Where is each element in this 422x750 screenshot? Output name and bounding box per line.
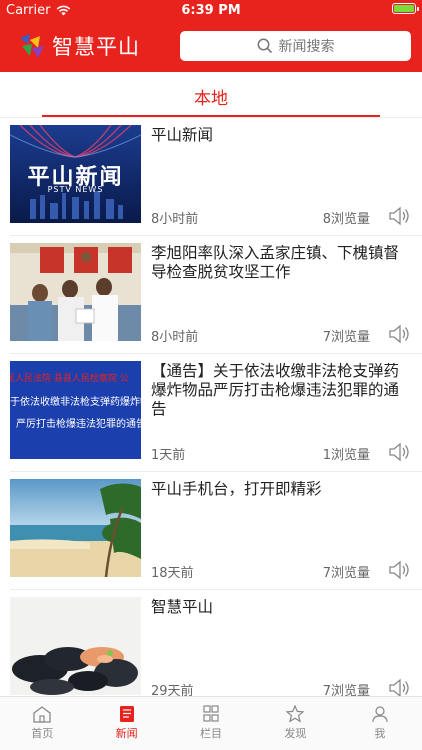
news-title: 智慧平山 [151,598,214,616]
news-thumbnail [10,597,141,695]
news-time: 29天前 [151,684,194,696]
speaker-icon[interactable] [388,323,412,345]
nav-discover-label: 发现 [284,727,307,740]
search-placeholder: 新闻搜索 [278,39,335,55]
news-title: 平山手机台，打开即精彩 [151,480,322,498]
thumb-line: 严厉打击枪爆违法犯罪的通告 [16,419,141,430]
nav-home-label: 首页 [31,727,54,740]
news-item[interactable]: 智慧平山 29天前 7浏览量 [0,590,422,696]
search-icon [257,38,272,54]
nav-me-label: 我 [374,727,386,740]
nav-discover[interactable]: 发现 [253,697,337,750]
news-views: 7浏览量 [322,566,370,581]
news-thumbnail: 民人民法院 县县人民检察院 公 于依法收缴非法枪支弹药爆炸物 严厉打击枪爆违法犯… [10,361,141,459]
speaker-icon[interactable] [388,441,412,463]
news-icon [119,706,134,722]
star-icon [285,705,305,723]
news-item[interactable]: 李旭阳率队深入孟家庄镇、下槐镇督导检查脱贫攻坚工作 8小时前 7浏览量 [0,236,422,354]
nav-news-label: 新闻 [115,727,138,740]
home-icon [33,706,51,723]
nav-me[interactable]: 我 [338,697,422,750]
news-views: 7浏览量 [322,330,370,345]
grid-icon [203,705,219,722]
news-title: 李旭阳率队深入孟家庄镇、下槐镇督导检查脱贫攻坚工作 [151,244,400,281]
news-thumbnail [10,479,141,577]
news-time: 1天前 [151,448,186,463]
app-header: Carrier 6:39 PM 智慧平山 新闻搜索 [0,0,422,72]
status-bar: Carrier 6:39 PM [0,0,422,22]
tab-indicator [42,115,380,117]
news-thumbnail: 平山新闻 PSTV NEWS [10,125,141,223]
user-icon [372,706,388,723]
logo-text: 智慧平山 [52,35,140,59]
news-views: 8浏览量 [322,212,370,227]
thumb-subtitle-text: PSTV NEWS [47,185,104,194]
battery-icon [392,3,419,14]
thumb-line: 民人民法院 县县人民检察院 公 [10,374,129,384]
news-thumbnail [10,243,141,341]
app-logo: 智慧平山 [18,31,140,61]
category-tabs: 本地 [0,72,422,118]
news-title: 【通告】关于依法收缴非法枪支弹药爆炸物品严厉打击枪爆违法犯罪的通告 [151,362,400,418]
nav-columns[interactable]: 栏目 [169,697,253,750]
news-views: 7浏览量 [322,684,370,696]
news-time: 8小时前 [151,330,199,345]
status-time: 6:39 PM [181,3,241,18]
news-time: 8小时前 [151,212,199,227]
tab-local[interactable]: 本地 [0,84,422,109]
news-list[interactable]: 平山新闻 PSTV NEWS 平山新闻 8小时前 8浏览量 李旭阳率队深入孟家庄… [0,118,422,696]
news-views: 1浏览量 [322,448,370,463]
speaker-icon[interactable] [388,559,412,581]
battery-level [394,5,414,12]
nav-columns-label: 栏目 [200,727,223,740]
thumb-line: 于依法收缴非法枪支弹药爆炸物 [10,397,141,408]
news-time: 18天前 [151,566,194,581]
speaker-icon[interactable] [388,205,412,227]
news-item[interactable]: 民人民法院 县县人民检察院 公 于依法收缴非法枪支弹药爆炸物 严厉打击枪爆违法犯… [0,354,422,472]
bottom-nav: 首页 新闻 栏目 发现 我 [0,696,422,750]
news-item[interactable]: 平山新闻 PSTV NEWS 平山新闻 8小时前 8浏览量 [0,118,422,236]
logo-icon [20,34,44,58]
speaker-icon[interactable] [388,677,412,696]
news-title: 平山新闻 [151,126,214,144]
nav-news[interactable]: 新闻 [84,697,168,750]
news-item[interactable]: 平山手机台，打开即精彩 18天前 7浏览量 [0,472,422,590]
search-input[interactable]: 新闻搜索 [180,31,411,61]
nav-home[interactable]: 首页 [0,697,84,750]
